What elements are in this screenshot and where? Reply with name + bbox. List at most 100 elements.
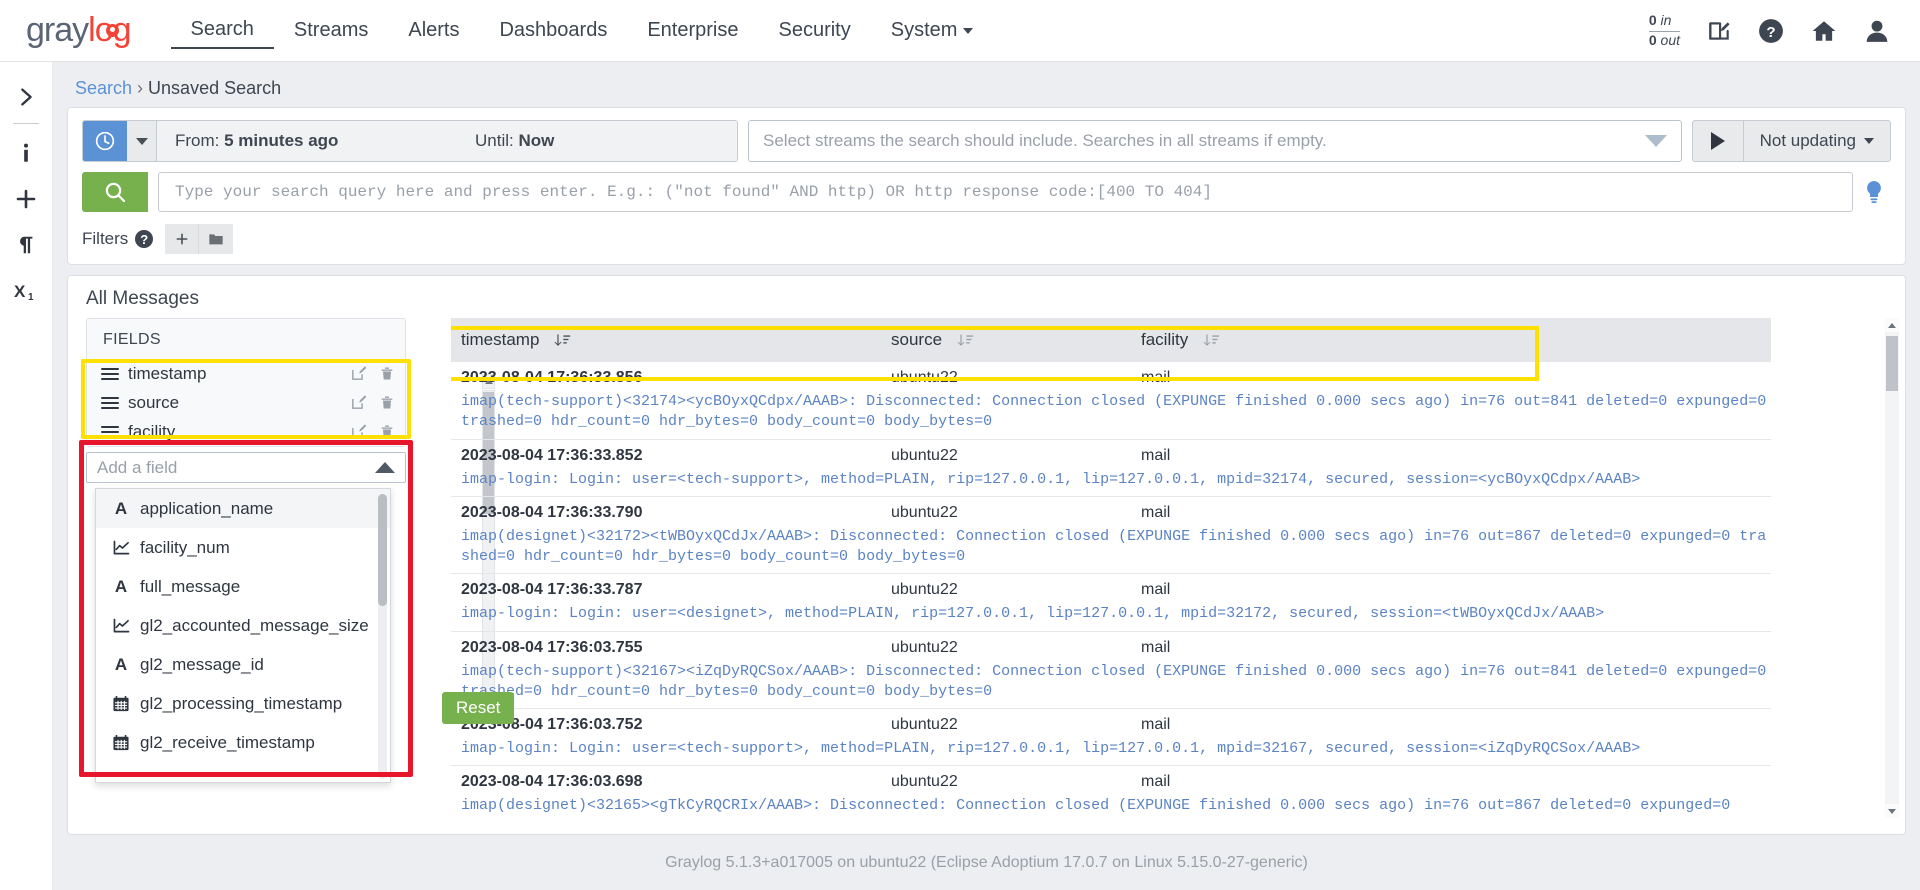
messages-scroll-track[interactable] (1885, 332, 1899, 804)
drag-handle-icon[interactable] (101, 425, 119, 439)
table-row[interactable]: 2023-08-04 17:36:33.790 ubuntu22 mail im… (451, 497, 1771, 575)
table-row[interactable]: 2023-08-04 17:36:03.752 ubuntu22 mail im… (451, 709, 1771, 767)
column-header-source[interactable]: source (891, 330, 1141, 350)
edit-field-icon[interactable] (350, 365, 367, 382)
table-row[interactable]: 2023-08-04 17:36:03.755 ubuntu22 mail im… (451, 632, 1776, 709)
timerange-dropdown-toggle[interactable] (127, 121, 157, 161)
delete-field-icon[interactable] (379, 394, 395, 411)
breadcrumb: Search › Unsaved Search (53, 62, 1920, 107)
pilcrow-icon[interactable] (0, 222, 53, 268)
play-icon[interactable] (1693, 121, 1744, 161)
dropdown-option-application-name[interactable]: A application_name (96, 489, 390, 528)
cell-facility: mail (1141, 503, 1171, 521)
field-row-facility[interactable]: facility (87, 417, 405, 446)
sort-icon[interactable] (1203, 332, 1220, 349)
dropdown-scrollbar[interactable] (378, 494, 387, 779)
chevron-up-icon[interactable] (375, 462, 395, 473)
graylog-logo[interactable]: gray log (26, 11, 132, 50)
cell-timestamp: 2023-08-04 17:36:03.755 (461, 638, 643, 656)
help-icon[interactable]: ? (135, 230, 154, 248)
edit-field-icon[interactable] (350, 394, 367, 411)
message-meta: 2023-08-04 17:36:03.698 ubuntu22 mail (451, 770, 1771, 794)
edit-icon[interactable] (1706, 18, 1732, 44)
cell-timestamp: 2023-08-04 17:36:33.790 (461, 503, 643, 521)
refresh-controls[interactable]: Not updating (1691, 120, 1891, 162)
refresh-interval-dropdown[interactable]: Not updating (1744, 131, 1890, 151)
dropdown-option-full-message[interactable]: A full_message (96, 567, 390, 606)
table-row[interactable]: 2023-08-04 17:36:03.698 ubuntu22 mail im… (451, 766, 1771, 823)
top-navbar: gray log Search Streams Alerts Dashboard… (0, 0, 1920, 62)
chevron-down-icon (1644, 135, 1667, 147)
clock-icon[interactable] (83, 121, 127, 161)
query-hint-icon[interactable] (1857, 172, 1891, 212)
column-header-timestamp[interactable]: timestamp (451, 330, 891, 350)
delete-field-icon[interactable] (379, 365, 395, 382)
dropdown-option-facility-num[interactable]: facility_num (96, 528, 390, 567)
add-field-input[interactable]: Add a field (86, 452, 406, 483)
sort-icon[interactable] (957, 332, 974, 349)
scroll-up-arrow-icon[interactable] (1885, 318, 1899, 332)
field-row-source[interactable]: source (87, 388, 405, 417)
table-row[interactable]: 2023-08-04 17:36:33.852 ubuntu22 mail im… (451, 440, 1771, 497)
messages-scrollbar[interactable] (1885, 318, 1899, 818)
table-row[interactable]: 2023-08-04 17:36:33.856 ubuntu22 mail im… (451, 362, 1771, 440)
search-submit-button[interactable] (82, 172, 148, 212)
nav-item-streams[interactable]: Streams (274, 13, 388, 48)
triangle-down-icon (1888, 808, 1896, 814)
add-filter-button[interactable] (165, 224, 200, 254)
dropdown-option-gl2-accounted-message-size[interactable]: gl2_accounted_message_size (96, 606, 390, 645)
filter-folder-button[interactable] (199, 224, 234, 254)
sort-icon[interactable] (554, 332, 571, 349)
timerange-group: From: 5 minutes ago Until: Now (82, 120, 738, 162)
nav-item-alerts[interactable]: Alerts (388, 13, 479, 48)
timerange-until-value: Now (518, 131, 555, 150)
message-meta: 2023-08-04 17:36:33.787 ubuntu22 mail (451, 578, 1771, 602)
chevron-right-icon[interactable] (0, 74, 53, 120)
message-meta: 2023-08-04 17:36:33.856 ubuntu22 mail (451, 366, 1771, 390)
messages-scroll-thumb[interactable] (1886, 336, 1898, 391)
main-content: Search › Unsaved Search From: 5 minutes ag… (53, 62, 1920, 890)
user-icon[interactable] (1864, 18, 1890, 44)
cell-source: ubuntu22 (891, 773, 958, 791)
breadcrumb-search-link[interactable]: Search (75, 78, 132, 98)
search-bar-card: From: 5 minutes ago Until: Now Select st… (67, 107, 1906, 265)
table-row[interactable]: 2023-08-04 17:36:33.787 ubuntu22 mail im… (451, 574, 1771, 632)
help-icon[interactable]: ? (1758, 18, 1784, 44)
plus-icon[interactable] (0, 176, 53, 222)
edit-field-icon[interactable] (350, 423, 367, 440)
dropdown-option-label: gl2_message_id (140, 654, 264, 674)
nav-item-enterprise[interactable]: Enterprise (627, 13, 758, 48)
column-header-facility[interactable]: facility (1141, 330, 1341, 350)
cell-message: imap(tech-support)<32167><iZqDyRQCSox/AA… (461, 662, 1776, 700)
dropdown-option-gl2-processing-timestamp[interactable]: gl2_processing_timestamp (96, 684, 390, 723)
cell-source: ubuntu22 (891, 716, 958, 733)
drag-handle-icon[interactable] (101, 396, 119, 410)
stream-filter-select[interactable]: Select streams the search should include… (748, 120, 1682, 162)
stream-filter-placeholder: Select streams the search should include… (763, 131, 1327, 150)
field-label: timestamp (128, 363, 207, 383)
timerange-display[interactable]: From: 5 minutes ago Until: Now (157, 121, 737, 161)
breadcrumb-separator: › (137, 78, 144, 98)
subscript-icon[interactable]: X1 (0, 268, 53, 314)
search-query-input[interactable]: Type your search query here and press en… (158, 172, 1853, 212)
dropdown-option-gl2-receive-timestamp[interactable]: gl2_receive_timestamp (96, 723, 390, 762)
svg-text:?: ? (1766, 23, 1775, 40)
scroll-down-arrow-icon[interactable] (1885, 804, 1899, 818)
delete-field-icon[interactable] (379, 423, 395, 440)
timerange-until: Until: Now (475, 131, 554, 151)
throughput-in-label: in (1660, 12, 1672, 28)
info-icon[interactable] (0, 130, 53, 176)
chevron-down-icon (135, 137, 148, 145)
field-row-timestamp[interactable]: timestamp (87, 359, 405, 388)
home-icon[interactable] (1810, 18, 1838, 44)
nav-item-system[interactable]: System (871, 13, 994, 48)
nav-item-search[interactable]: Search (170, 12, 274, 49)
nav-item-dashboards[interactable]: Dashboards (479, 13, 627, 48)
field-options-dropdown[interactable]: A application_name facility_num A full_m… (95, 488, 391, 783)
drag-handle-icon[interactable] (101, 367, 119, 381)
throughput-out-label: out (1660, 31, 1680, 48)
dropdown-option-gl2-message-id[interactable]: A gl2_message_id (96, 645, 390, 684)
nav-item-security[interactable]: Security (758, 13, 870, 48)
reset-button[interactable]: Reset (442, 692, 515, 724)
dropdown-scrollbar-thumb[interactable] (378, 494, 387, 606)
